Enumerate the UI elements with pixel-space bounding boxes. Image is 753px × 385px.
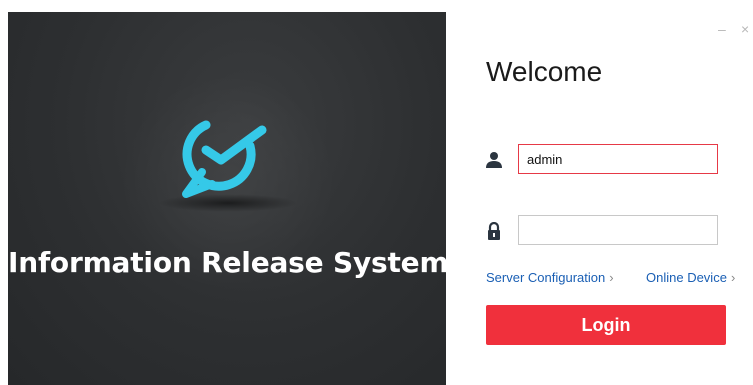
login-panel: – × Welcome Server Configuration› Online…	[446, 12, 753, 385]
online-device-label: Online Device	[646, 270, 727, 285]
chat-bubble-check-icon	[182, 120, 267, 198]
password-input[interactable]	[518, 215, 718, 245]
chevron-right-icon: ›	[730, 270, 736, 285]
minimize-button[interactable]: –	[718, 22, 726, 36]
branding-panel: Information Release System	[8, 12, 446, 385]
app-name: Information Release System	[8, 246, 446, 279]
server-configuration-link[interactable]: Server Configuration ›	[486, 270, 614, 285]
online-device-link[interactable]: Online Device ›	[646, 270, 735, 285]
username-input[interactable]	[518, 144, 718, 174]
server-configuration-label: Server Configuration	[486, 270, 606, 285]
lock-icon	[488, 222, 500, 240]
user-icon	[486, 152, 502, 168]
login-button[interactable]: Login	[486, 305, 726, 345]
chevron-right-icon: ›	[609, 270, 614, 285]
close-button[interactable]: ×	[741, 22, 749, 36]
welcome-title: Welcome	[486, 56, 603, 87]
